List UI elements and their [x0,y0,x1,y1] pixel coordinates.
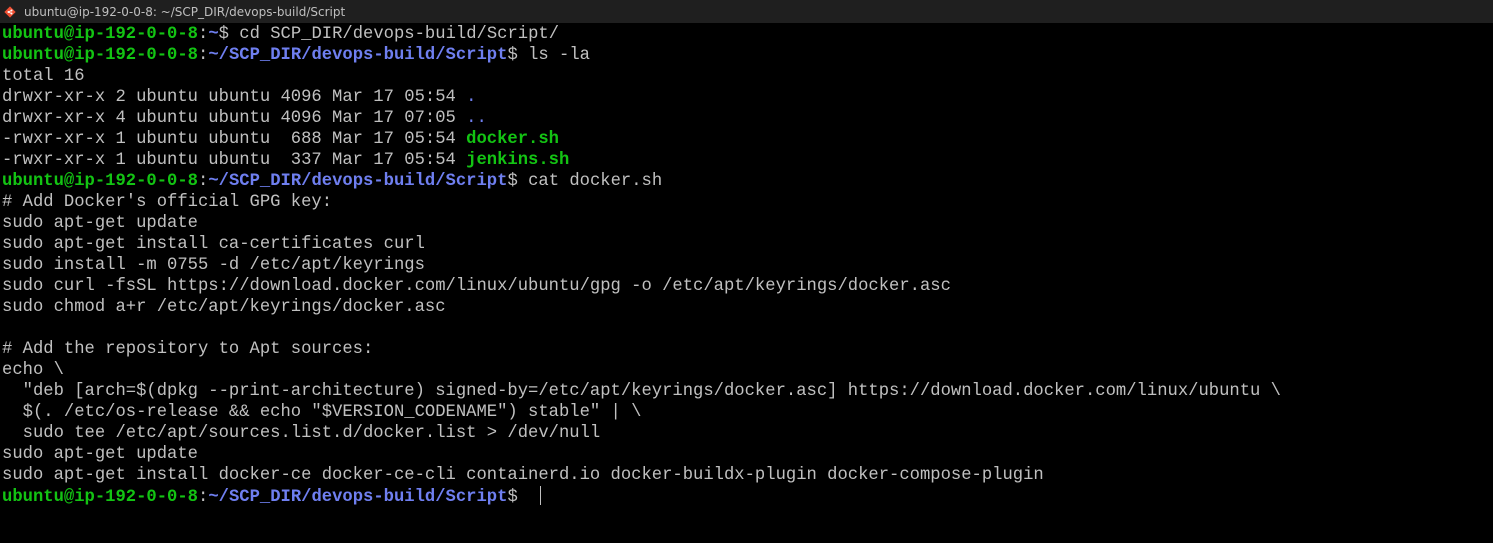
prompt-line: ubuntu@ip-192-0-0-8:~/SCP_DIR/devops-bui… [2,171,1493,192]
prompt-dollar: $ [218,25,240,44]
output-line: total 16 [2,67,85,86]
prompt-path: ~/SCP_DIR/devops-build/Script [208,46,508,65]
ls-entry: drwxr-xr-x 2 ubuntu ubuntu 4096 Mar 17 0… [2,87,1493,108]
prompt-user: ubuntu@ip-192-0-0-8 [2,172,198,191]
ls-entry-meta: -rwxr-xr-x 1 ubuntu ubuntu 337 Mar 17 05… [2,151,467,170]
output-line: $(. /etc/os-release && echo "$VERSION_CO… [2,403,642,422]
ls-entry-meta: -rwxr-xr-x 1 ubuntu ubuntu 688 Mar 17 05… [2,130,467,149]
prompt-dollar: $ [507,488,529,507]
output-line: echo \ [2,361,64,380]
ls-entry: drwxr-xr-x 4 ubuntu ubuntu 4096 Mar 17 0… [2,108,1493,129]
terminal-output[interactable]: ubuntu@ip-192-0-0-8:~$ cd SCP_DIR/devops… [0,23,1493,543]
ls-entry-name: jenkins.sh [466,151,570,170]
prompt-path: ~/SCP_DIR/devops-build/Script [208,488,508,507]
output-line: sudo apt-get install docker-ce docker-ce… [2,466,1044,485]
prompt-path: ~/SCP_DIR/devops-build/Script [208,172,508,191]
prompt-dollar: $ [507,172,529,191]
prompt-line: ubuntu@ip-192-0-0-8:~/SCP_DIR/devops-bui… [2,45,1493,66]
output-line: # Add Docker's official GPG key: [2,193,333,212]
output-line: sudo curl -fsSL https://download.docker.… [2,277,951,296]
git-bash-icon [2,4,18,20]
prompt-user: ubuntu@ip-192-0-0-8 [2,25,198,44]
command-text: cat docker.sh [528,172,663,191]
ls-entry-meta: drwxr-xr-x 2 ubuntu ubuntu 4096 Mar 17 0… [2,88,467,107]
window-title: ubuntu@ip-192-0-0-8: ~/SCP_DIR/devops-bu… [24,4,346,19]
prompt-colon: : [197,172,209,191]
output-line: sudo apt-get update [2,445,198,464]
prompt-user: ubuntu@ip-192-0-0-8 [2,46,198,65]
ls-entry: -rwxr-xr-x 1 ubuntu ubuntu 337 Mar 17 05… [2,150,1493,171]
output-line: sudo install -m 0755 -d /etc/apt/keyring… [2,256,425,275]
prompt-line: ubuntu@ip-192-0-0-8:~$ cd SCP_DIR/devops… [2,24,1493,45]
ls-entry-name: . [466,88,477,107]
terminal-window: ubuntu@ip-192-0-0-8: ~/SCP_DIR/devops-bu… [0,0,1493,543]
ls-entry-name: docker.sh [466,130,559,149]
output-line: "deb [arch=$(dpkg --print-architecture) … [2,382,1281,401]
output-line: sudo chmod a+r /etc/apt/keyrings/docker.… [2,298,446,317]
output-line: sudo apt-get install ca-certificates cur… [2,235,425,254]
ls-entry-meta: drwxr-xr-x 4 ubuntu ubuntu 4096 Mar 17 0… [2,109,467,128]
prompt-colon: : [197,488,209,507]
prompt-dollar: $ [507,46,529,65]
output-line: sudo tee /etc/apt/sources.list.d/docker.… [2,424,601,443]
ls-entry-name: .. [466,109,487,128]
prompt-user: ubuntu@ip-192-0-0-8 [2,488,198,507]
command-text: cd SCP_DIR/devops-build/Script/ [239,25,560,44]
prompt-colon: : [197,46,209,65]
prompt-colon: : [197,25,209,44]
prompt-line: ubuntu@ip-192-0-0-8:~/SCP_DIR/devops-bui… [2,486,1493,507]
output-line: # Add the repository to Apt sources: [2,340,374,359]
command-text: ls -la [528,46,590,65]
ls-entry: -rwxr-xr-x 1 ubuntu ubuntu 688 Mar 17 05… [2,129,1493,150]
title-bar[interactable]: ubuntu@ip-192-0-0-8: ~/SCP_DIR/devops-bu… [0,0,1493,23]
text-cursor[interactable] [540,486,542,505]
prompt-path: ~ [208,25,219,44]
output-line: sudo apt-get update [2,214,198,233]
